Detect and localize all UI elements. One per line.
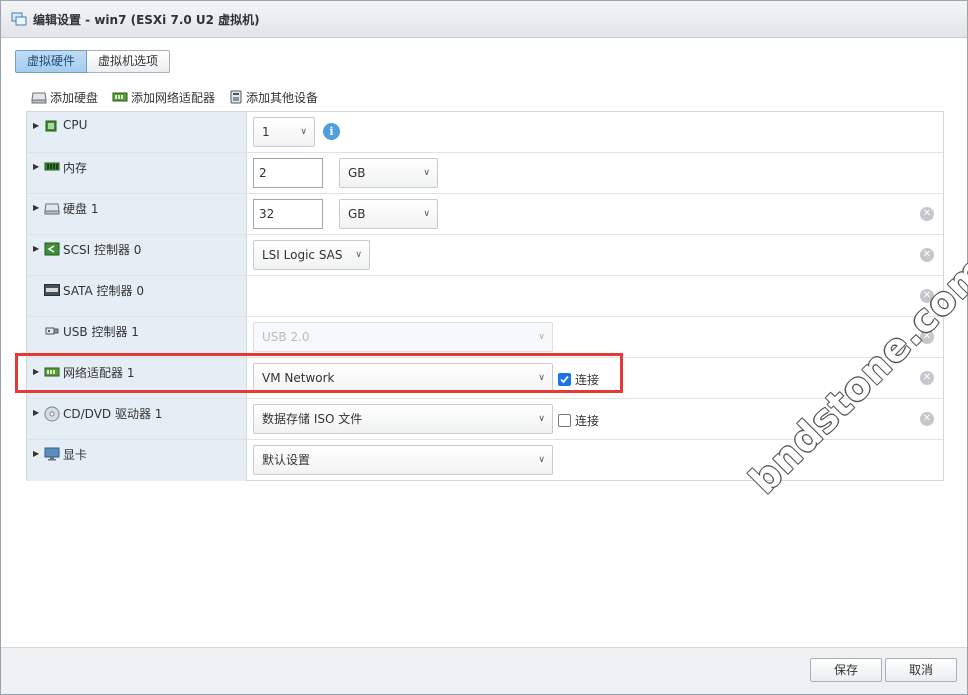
remove-device-icon[interactable]: ✕: [920, 371, 934, 385]
cd-dvd-icon: [44, 406, 60, 422]
tab-bar: 虚拟硬件 虚拟机选项: [15, 50, 171, 73]
chevron-down-icon: ∨: [355, 250, 362, 260]
expand-caret-icon[interactable]: ▶: [33, 162, 39, 171]
memory-size-input[interactable]: 2: [253, 158, 323, 188]
hardware-row-usb: USB 控制器 1 USB 2.0 ∨ ✕: [27, 317, 943, 358]
chevron-down-icon: ∨: [423, 168, 430, 178]
network-card-icon: [44, 367, 60, 377]
add-other-device-button[interactable]: 添加其他设备: [229, 89, 318, 106]
network-select[interactable]: VM Network ∨: [253, 363, 553, 393]
chevron-down-icon: ∨: [538, 414, 545, 424]
disk-size-input[interactable]: 32: [253, 199, 323, 229]
checkbox-unchecked-icon: [558, 414, 571, 427]
memory-icon: [44, 162, 60, 171]
usb-label: USB 控制器 1: [63, 325, 139, 339]
network-adapter-label: 网络适配器 1: [63, 366, 135, 380]
scsi-controller-icon: [44, 242, 60, 256]
hardware-toolbar: 添加硬盘 添加网络适配器 添加其他设备: [31, 87, 332, 107]
scsi-label: SCSI 控制器 0: [63, 243, 142, 257]
network-card-icon: [112, 92, 128, 102]
chevron-down-icon: ∨: [300, 127, 307, 137]
expand-caret-icon[interactable]: ▶: [33, 121, 39, 130]
remove-device-icon[interactable]: ✕: [920, 412, 934, 426]
cdrom-connect-checkbox[interactable]: 连接: [558, 412, 599, 429]
remove-device-icon[interactable]: ✕: [920, 207, 934, 221]
expand-caret-icon[interactable]: ▶: [33, 408, 39, 417]
hardware-row-memory: ▶ 内存 2 GB ∨: [27, 153, 943, 194]
add-network-adapter-button[interactable]: 添加网络适配器: [112, 89, 215, 106]
expand-caret-icon[interactable]: ▶: [33, 367, 39, 376]
chevron-down-icon: ∨: [538, 332, 545, 342]
add-disk-button[interactable]: 添加硬盘: [31, 89, 98, 106]
chevron-down-icon: ∨: [538, 455, 545, 465]
disk-unit-select[interactable]: GB ∨: [339, 199, 438, 229]
hardware-row-network-adapter: ▶ 网络适配器 1 VM Network ∨ 连接 ✕: [27, 358, 943, 399]
chevron-down-icon: ∨: [423, 209, 430, 219]
hard-disk-icon: [44, 203, 60, 215]
sata-controller-icon: [44, 284, 60, 296]
expand-caret-icon[interactable]: ▶: [33, 449, 39, 458]
sata-label: SATA 控制器 0: [63, 284, 144, 298]
usb-version-select: USB 2.0 ∨: [253, 322, 553, 352]
save-button[interactable]: 保存: [810, 658, 882, 682]
cpu-count-select[interactable]: 1 ∨: [253, 117, 315, 147]
disk-label: 硬盘 1: [63, 202, 99, 216]
remove-device-icon[interactable]: ✕: [920, 248, 934, 262]
cdrom-media-select[interactable]: 数据存储 ISO 文件 ∨: [253, 404, 553, 434]
dialog-footer: 保存 取消: [1, 647, 967, 694]
memory-label: 内存: [63, 161, 88, 175]
info-icon[interactable]: i: [323, 123, 340, 140]
tab-vm-options[interactable]: 虚拟机选项: [87, 50, 171, 73]
edit-settings-dialog: 编辑设置 - win7 (ESXi 7.0 U2 虚拟机) 虚拟硬件 虚拟机选项…: [0, 0, 968, 695]
chevron-down-icon: ∨: [538, 373, 545, 383]
nic-connect-checkbox[interactable]: 连接: [558, 371, 599, 388]
hard-disk-icon: [31, 92, 47, 104]
usb-icon: [45, 327, 59, 335]
expand-caret-icon[interactable]: ▶: [33, 244, 39, 253]
dialog-title: 编辑设置 - win7 (ESXi 7.0 U2 虚拟机): [33, 12, 260, 27]
hardware-row-scsi: ▶ SCSI 控制器 0 LSI Logic SAS ∨ ✕: [27, 235, 943, 276]
cpu-icon: [45, 120, 57, 132]
title-bar[interactable]: 编辑设置 - win7 (ESXi 7.0 U2 虚拟机): [1, 1, 967, 38]
device-icon: [230, 90, 242, 104]
memory-unit-select[interactable]: GB ∨: [339, 158, 438, 188]
video-settings-select[interactable]: 默认设置 ∨: [253, 445, 553, 475]
expand-caret-icon[interactable]: ▶: [33, 203, 39, 212]
monitor-icon: [44, 447, 60, 461]
cdrom-label: CD/DVD 驱动器 1: [63, 407, 163, 421]
checkbox-checked-icon: [558, 373, 571, 386]
hardware-row-cpu: ▶ CPU 1 ∨ i: [27, 112, 943, 153]
hardware-row-sata: SATA 控制器 0 ✕: [27, 276, 943, 317]
hardware-row-disk: ▶ 硬盘 1 32 GB ∨ ✕: [27, 194, 943, 235]
cpu-label: CPU: [63, 118, 88, 132]
tab-virtual-hardware[interactable]: 虚拟硬件: [15, 50, 88, 73]
cancel-button[interactable]: 取消: [885, 658, 957, 682]
vm-icon: [11, 12, 27, 26]
scsi-type-select[interactable]: LSI Logic SAS ∨: [253, 240, 370, 270]
video-card-label: 显卡: [63, 448, 88, 462]
